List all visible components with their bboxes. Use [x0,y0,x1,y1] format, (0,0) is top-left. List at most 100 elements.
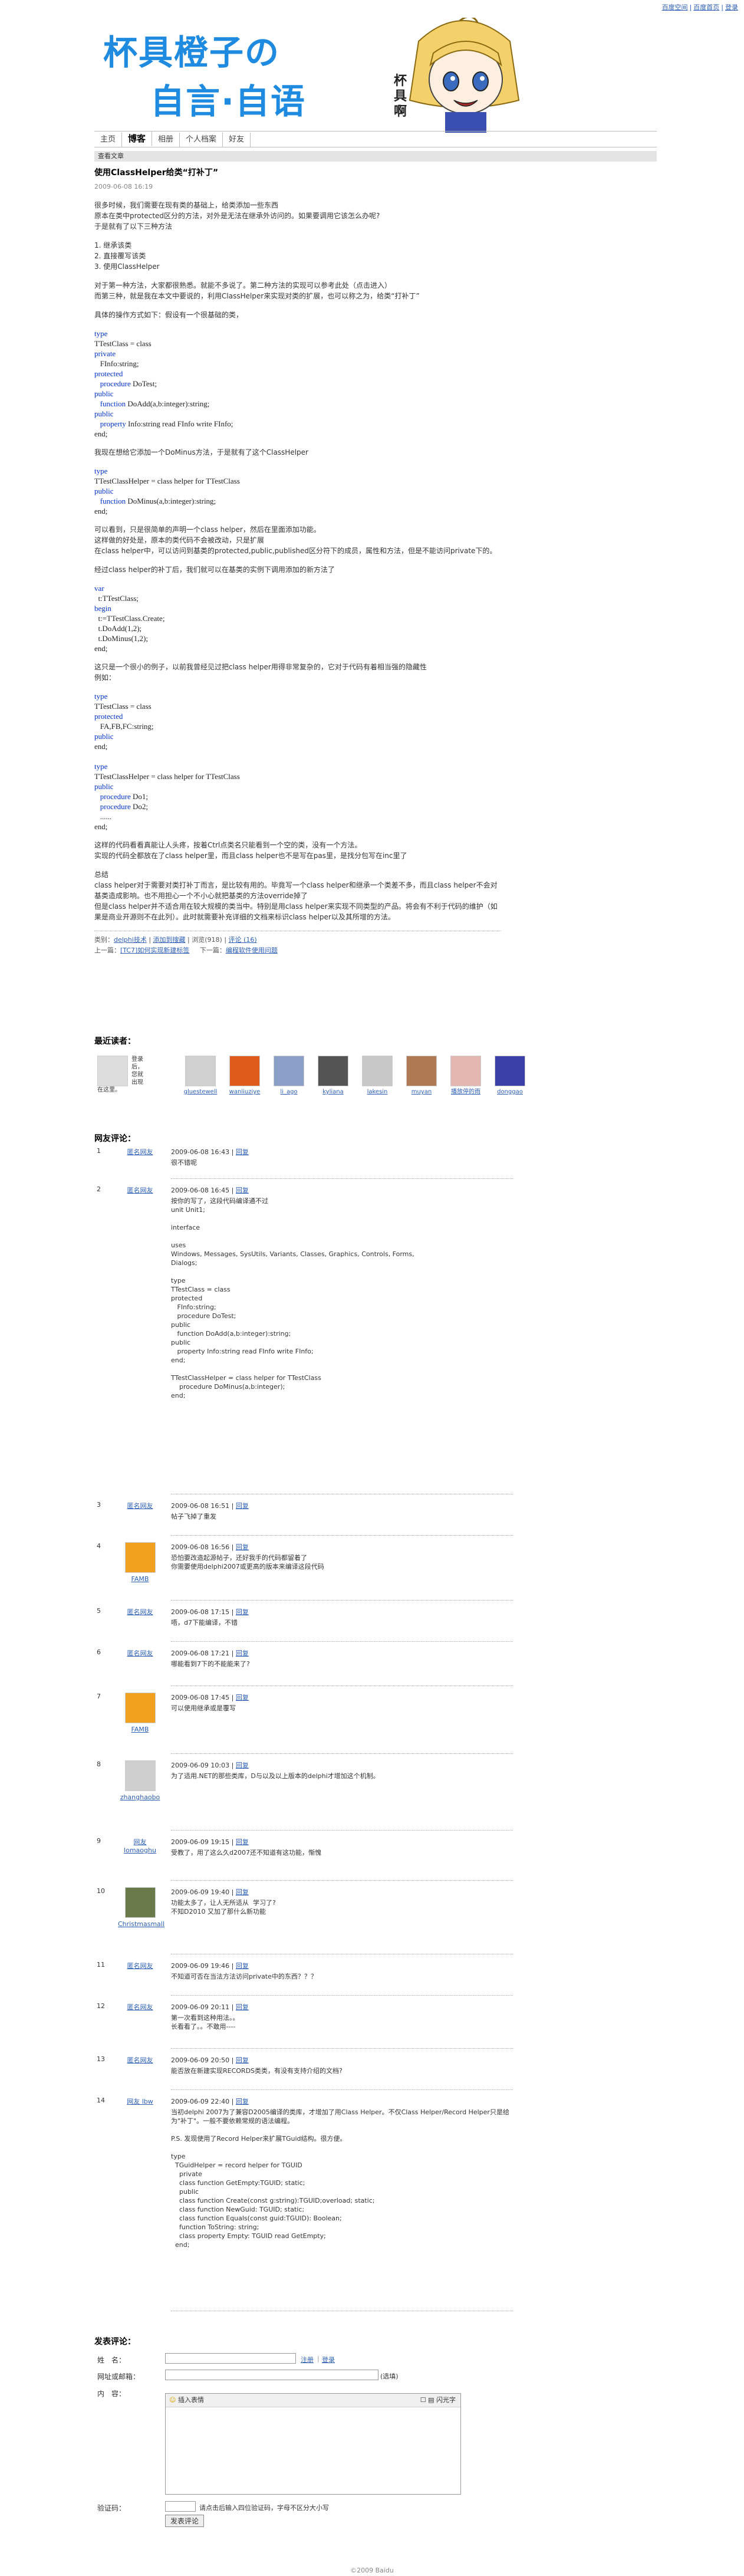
next-post-link[interactable]: 编程软件使用问题 [226,947,278,954]
category-label: 类别： [94,936,114,944]
nav-blog[interactable]: 博客 [122,132,153,146]
commenter-name[interactable]: 网友 lbw [127,2098,153,2105]
visitor-name[interactable]: 播放停的雨 [448,1089,483,1096]
commenter-avatar[interactable] [124,1887,156,1918]
commenter-name[interactable]: FAMB [131,1726,149,1733]
reply-link[interactable]: 回复 [236,2003,249,2011]
commenter-name[interactable]: 匿名网友 [127,1650,153,1657]
commenter-name[interactable]: 匿名网友 [127,1608,153,1616]
nav-profile[interactable]: 个人档案 [180,133,223,147]
reply-link[interactable]: 回复 [236,1762,249,1769]
comment-meta: 2009-06-08 17:15 | 回复 [171,1608,249,1616]
reply-link[interactable]: 回复 [236,1148,249,1156]
post-paragraph: 我现在想给它添加一个DoMinus方法，于是就有了这个ClassHelper [94,448,308,456]
visitor[interactable]: donggao [492,1056,528,1096]
code-line: FA,FB,FC:string; [94,722,154,731]
name-field[interactable] [165,2353,296,2364]
reply-link[interactable]: 回复 [236,1962,249,1970]
smiley-icon[interactable]: ☺ [169,2396,176,2404]
comment-meta: 2009-06-08 16:56 | 回复 [171,1543,249,1551]
url-label: 网址或邮箱： [97,2373,140,2381]
category-link[interactable]: delphi技术 [114,936,147,944]
reply-link[interactable]: 回复 [236,1650,249,1657]
visitor-avatar [318,1056,348,1086]
commenter-name[interactable]: FAMB [131,1575,149,1583]
captcha-field[interactable] [165,2501,196,2512]
code-line: t.DoMinus(1,2); [94,634,149,643]
insert-emoticon[interactable]: 插入表情 [178,2396,204,2404]
comment-divider [171,2089,513,2090]
post-paragraph: 总结 class helper对于需要对类打补丁而言，是比较有用的。毕竟写一个c… [94,870,498,921]
add-favorite-link[interactable]: 添加到搜藏 [153,936,186,944]
link-login[interactable]: 登录 [725,4,738,11]
code-line: t:=TTestClass.Create; [94,614,165,623]
commenter-avatar[interactable] [124,1760,156,1791]
code-line: end; [94,742,108,751]
content-editor[interactable]: ☺ 插入表情 ☐ ▤ 闪光字 [165,2393,461,2495]
reply-link[interactable]: 回复 [236,1888,249,1896]
commenter-name[interactable]: 匿名网友 [127,1502,153,1510]
reply-link[interactable]: 回复 [236,1608,249,1616]
visitor[interactable]: kyliana [315,1056,351,1096]
reply-link[interactable]: 回复 [236,1502,249,1510]
visitor-name[interactable]: li_ago [271,1089,307,1096]
visitor-avatar [450,1056,481,1086]
flash-text[interactable]: 闪光字 [436,2396,456,2404]
reply-link[interactable]: 回复 [236,2098,249,2105]
visitor-name[interactable]: donggao [492,1089,528,1096]
register-link[interactable]: 注册 [301,2355,314,2364]
reply-link[interactable]: 回复 [236,1694,249,1701]
comment-meta: 2009-06-08 17:45 | 回复 [171,1694,249,1701]
comment-meta: 2009-06-09 22:40 | 回复 [171,2098,249,2105]
nav-friends[interactable]: 好友 [223,133,251,147]
visitor-name[interactable]: wanliuziye [227,1089,262,1096]
submit-comment-button[interactable]: 发表评论 [165,2515,205,2527]
login-link[interactable]: 登录 [322,2355,335,2364]
reply-link[interactable]: 回复 [236,2056,249,2064]
reply-link[interactable]: 回复 [236,1838,249,1846]
bold-icon[interactable]: ▤ [428,2396,434,2404]
post-paragraph: 对于第一种方法，大家都很熟悉。就能不多说了。第二种方法的实现可以参考此处（点击进… [94,281,420,300]
commenter-name[interactable]: Christmasmall [118,1920,164,1928]
visitor[interactable]: lakesin [360,1056,395,1096]
visitor[interactable]: li_ago [271,1056,307,1096]
visitor-name[interactable]: gluestewell [183,1089,218,1096]
comment-divider [171,1995,513,1996]
commenter-avatar[interactable] [124,1542,156,1573]
commenter-name[interactable]: 匿名网友 [127,1148,153,1156]
commenter-name[interactable]: 匿名网友 [127,1962,153,1970]
link-baidu-space[interactable]: 百度空间 [662,4,688,11]
comment-body: 2009-06-09 19:46 | 回复 不知道可否在当法方法访问private… [171,1961,513,1981]
nav-home[interactable]: 主页 [94,133,123,147]
comment-divider [171,1880,513,1881]
comment-count-link[interactable]: 评论 (16) [229,936,257,944]
visitor[interactable]: wanliuziye [227,1056,262,1096]
checkbox-icon[interactable]: ☐ [420,2396,426,2404]
nav-album[interactable]: 相册 [152,133,180,147]
commenter-name[interactable]: 匿名网友 [127,1187,153,1194]
code-block: type TTestClass = class protected FA,FB,FC… [94,691,501,832]
comment-text: 帖子飞掉了重发 [171,1513,216,1520]
post-paragraph: 具体的操作方式如下：假设有一个很基础的类， [94,311,243,319]
reply-link[interactable]: 回复 [236,1543,249,1551]
link-baidu-home[interactable]: 百度首页 [693,4,719,11]
url-field[interactable] [165,2370,378,2380]
comment-body: 2009-06-08 17:15 | 回复 唔，d7下能编译，不错 [171,1607,513,1627]
visitor-name[interactable]: muyan [404,1089,439,1096]
commenter-name[interactable]: 网友 lomaoghu [124,1838,156,1854]
visitor[interactable]: gluestewell [183,1056,218,1096]
commenter-name[interactable]: zhanghaobo [120,1793,160,1801]
reply-link[interactable]: 回复 [236,1187,249,1194]
post-paragraph: 经过class helper的补丁后，我们就可以在基类的实例下调用添加的新方法了 [94,566,335,574]
commenter-name[interactable]: 匿名网友 [127,2003,153,2011]
prev-post-link[interactable]: [TC7]如何实现新建标签 [120,947,189,954]
post-paragraph: 这只是一个很小的例子，以前我曾经见过把class helper用得非常复杂的，它… [94,663,427,682]
visitor-name[interactable]: kyliana [315,1089,351,1096]
commenter-avatar[interactable] [124,1693,156,1723]
code-line: type [94,762,108,771]
commenter-name[interactable]: 匿名网友 [127,2056,153,2064]
visitor[interactable]: 播放停的雨 [448,1056,483,1096]
visitor[interactable]: muyan [404,1056,439,1096]
visitor-name[interactable]: lakesin [360,1089,395,1096]
